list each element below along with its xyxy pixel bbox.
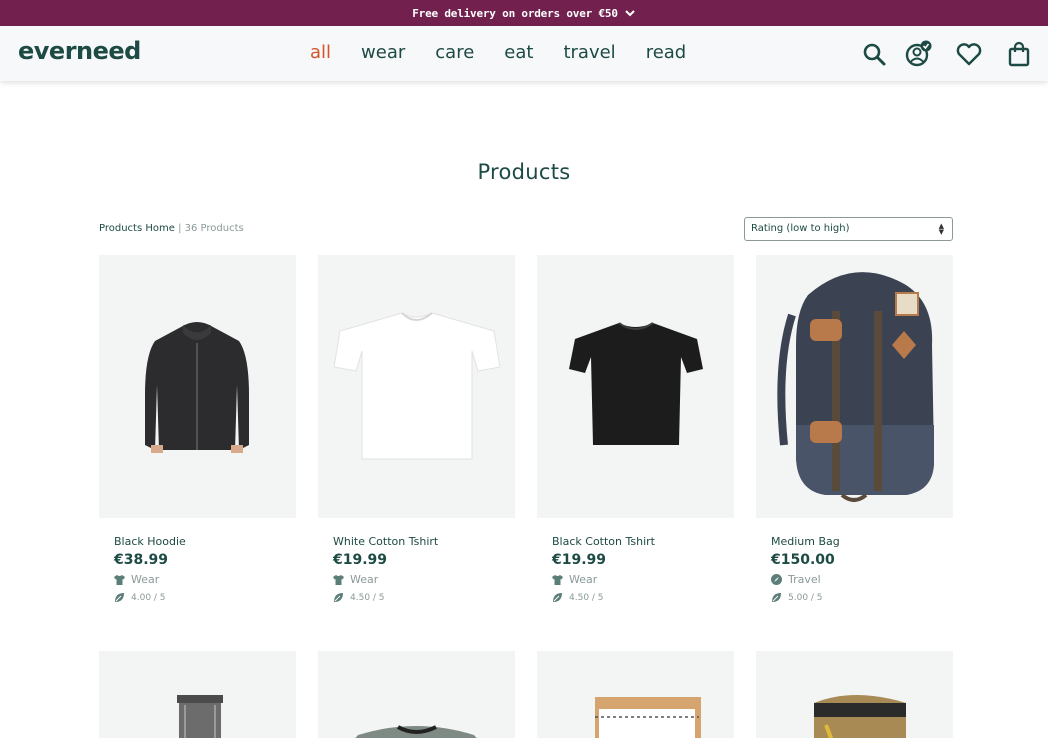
product-image[interactable] — [537, 651, 734, 738]
promo-bar[interactable]: Free delivery on orders over €50 — [0, 0, 1048, 26]
nav-item-all[interactable]: all — [310, 42, 331, 63]
nav-item-wear[interactable]: wear — [361, 42, 405, 63]
sort-select-value: Rating (low to high) — [751, 223, 850, 234]
product-category[interactable]: Wear — [552, 573, 597, 586]
product-price: €150.00 — [771, 552, 835, 568]
chevron-down-icon[interactable] — [624, 7, 636, 19]
leaf-icon — [553, 593, 562, 602]
product-image[interactable] — [99, 651, 296, 738]
product-category[interactable]: Wear — [333, 573, 378, 586]
site-header: everneed all wear care eat travel read — [0, 26, 1048, 81]
product-category[interactable]: Travel — [771, 573, 821, 586]
product-price: €19.99 — [552, 552, 607, 568]
nav-item-eat[interactable]: eat — [504, 42, 533, 63]
press-image — [177, 695, 223, 738]
product-price: €38.99 — [114, 552, 169, 568]
product-card[interactable]: White Cotton Tshirt €19.99 Wear 4.50 / 5 — [318, 255, 515, 615]
product-category[interactable]: Wear — [114, 573, 159, 586]
product-image[interactable] — [756, 651, 953, 738]
notebook-image — [595, 697, 701, 738]
product-image[interactable] — [756, 255, 953, 518]
grey-sweater-image — [355, 725, 477, 738]
tshirt-icon — [552, 574, 563, 585]
tan-backpack-image — [814, 695, 906, 738]
product-price: €19.99 — [333, 552, 388, 568]
product-name[interactable]: Black Hoodie — [114, 535, 186, 548]
white-tshirt-image — [333, 312, 501, 460]
breadcrumb: Products Home | 36 Products — [99, 223, 244, 234]
shopping-bag-icon[interactable] — [1005, 40, 1033, 68]
account-verified-icon[interactable] — [904, 40, 932, 68]
product-rating-value: 4.50 / 5 — [569, 592, 604, 603]
logo[interactable]: everneed — [18, 37, 141, 65]
search-icon[interactable] — [860, 40, 888, 68]
product-category-label: Wear — [131, 573, 160, 586]
product-image[interactable] — [318, 651, 515, 738]
main-nav: all wear care eat travel read — [310, 42, 716, 63]
product-count: 36 Products — [184, 223, 244, 234]
hoodie-image — [145, 322, 249, 453]
nav-item-travel[interactable]: travel — [563, 42, 615, 63]
leaf-icon — [115, 593, 124, 602]
product-rating: 4.50 / 5 — [552, 592, 604, 603]
product-name[interactable]: Black Cotton Tshirt — [552, 535, 655, 548]
tshirt-icon — [114, 574, 125, 585]
promo-text: Free delivery on orders over €50 — [412, 6, 618, 20]
product-category-label: Travel — [788, 573, 821, 586]
nav-item-read[interactable]: read — [646, 42, 687, 63]
product-category-label: Wear — [569, 573, 598, 586]
breadcrumb-home-link[interactable]: Products Home — [99, 223, 175, 234]
product-rating: 5.00 / 5 — [771, 592, 823, 603]
product-image[interactable] — [537, 255, 734, 518]
header-icons — [860, 40, 1035, 70]
product-card[interactable]: Black Cotton Tshirt €19.99 Wear 4.50 / 5 — [537, 255, 734, 615]
product-card[interactable]: Black Hoodie €38.99 Wear 4.00 / 5 — [99, 255, 296, 615]
product-rating-value: 4.50 / 5 — [350, 592, 385, 603]
product-card[interactable]: Medium Bag €150.00 Travel 5.00 / 5 — [756, 255, 953, 615]
product-rating-value: 5.00 / 5 — [788, 592, 823, 603]
product-image[interactable] — [318, 255, 515, 518]
compass-icon — [771, 574, 782, 585]
product-rating-value: 4.00 / 5 — [131, 592, 166, 603]
heart-icon[interactable] — [955, 40, 983, 68]
breadcrumb-separator: | — [174, 223, 185, 234]
product-name[interactable]: White Cotton Tshirt — [333, 535, 438, 548]
black-tshirt-image — [569, 322, 703, 445]
select-arrows-icon: ▲ ▼ — [938, 222, 944, 236]
product-category-label: Wear — [350, 573, 379, 586]
leaf-icon — [334, 593, 343, 602]
product-rating: 4.50 / 5 — [333, 592, 385, 603]
page-title: Products — [477, 160, 571, 184]
product-name[interactable]: Medium Bag — [771, 535, 840, 548]
backpack-image — [777, 272, 934, 502]
product-image[interactable] — [99, 255, 296, 518]
sort-select[interactable]: Rating (low to high) ▲ ▼ — [744, 217, 953, 241]
product-rating: 4.00 / 5 — [114, 592, 166, 603]
leaf-icon — [772, 593, 781, 602]
nav-item-care[interactable]: care — [435, 42, 474, 63]
tshirt-icon — [333, 574, 344, 585]
